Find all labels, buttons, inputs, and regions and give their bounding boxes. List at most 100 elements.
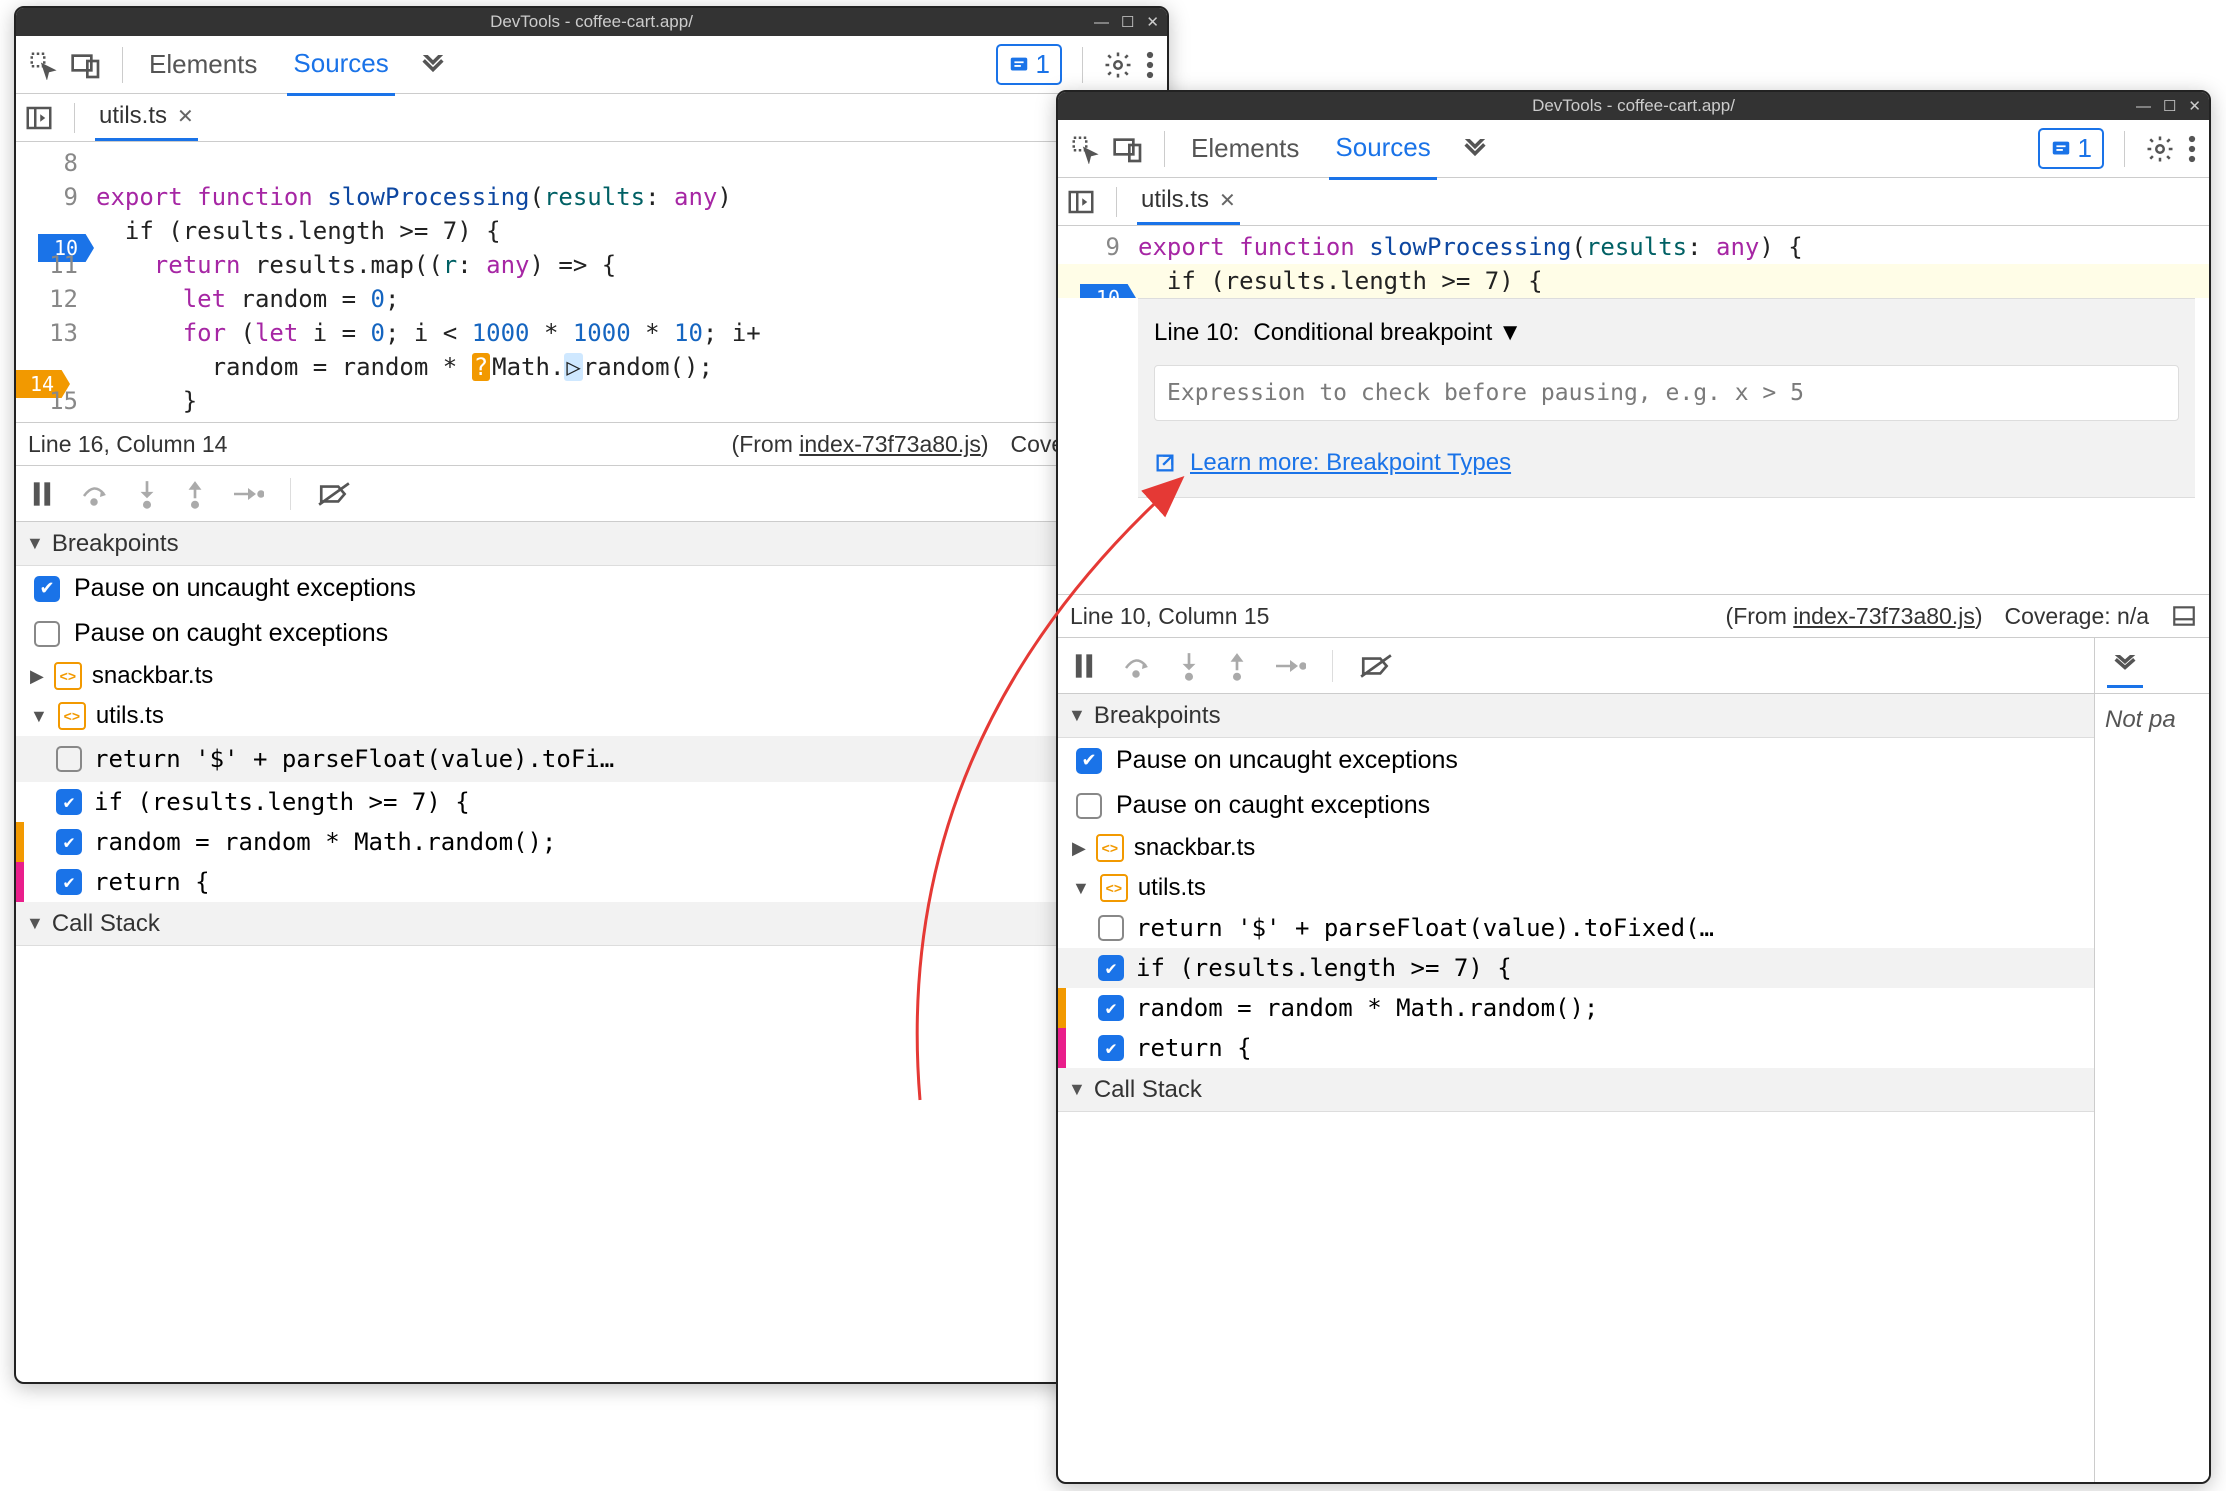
- deactivate-breakpoints-icon[interactable]: [1359, 653, 1393, 679]
- breakpoint-type-dropdown[interactable]: Conditional breakpoint ▼: [1253, 319, 1522, 347]
- step-icon[interactable]: [232, 483, 264, 505]
- code-editor[interactable]: 8 9export function slowProcessing(result…: [16, 142, 1167, 422]
- source-link[interactable]: index-73f73a80.js: [1793, 603, 1975, 629]
- file-tab-utils[interactable]: utils.ts ✕: [1137, 178, 1240, 225]
- breakpoint-item[interactable]: ✔ random = random * Math.random(); 14: [16, 822, 1167, 862]
- chevron-down-icon: ▼: [30, 706, 48, 727]
- step-out-icon[interactable]: [1226, 651, 1248, 681]
- breakpoint-file-snackbar[interactable]: ▶ <> snackbar.ts: [1058, 828, 2209, 868]
- pause-caught-option[interactable]: Pause on caught exceptions: [16, 611, 1167, 656]
- show-navigator-icon[interactable]: [24, 103, 54, 133]
- file-tabbar: utils.ts ✕: [1058, 178, 2209, 226]
- breakpoint-editor-popup: Line 10: Conditional breakpoint ▼ Expres…: [1138, 298, 2195, 498]
- inspect-icon[interactable]: [28, 50, 58, 80]
- code-editor[interactable]: 9export function slowProcessing(results:…: [1058, 226, 2209, 594]
- breakpoint-item[interactable]: ✔ if (results.length >= 7) { ✕ 10: [1058, 948, 2209, 988]
- checkbox-checked[interactable]: ✔: [56, 829, 82, 855]
- deactivate-breakpoints-icon[interactable]: [317, 481, 351, 507]
- close-icon[interactable]: ✕: [2188, 99, 2201, 114]
- breakpoint-item[interactable]: ✔ return { 16: [1058, 1028, 2209, 1068]
- chevron-down-icon: ▼: [1068, 1079, 1086, 1100]
- show-drawer-icon[interactable]: [2171, 604, 2197, 628]
- checkbox-unchecked[interactable]: [56, 746, 82, 772]
- breakpoints-section-header[interactable]: ▼ Breakpoints: [1058, 694, 2209, 738]
- close-tab-icon[interactable]: ✕: [177, 104, 194, 129]
- show-navigator-icon[interactable]: [1066, 187, 1096, 217]
- minimize-icon[interactable]: —: [1094, 15, 1109, 30]
- step-over-icon[interactable]: [1122, 653, 1152, 679]
- minimize-icon[interactable]: —: [2136, 99, 2151, 114]
- step-into-icon[interactable]: [1178, 651, 1200, 681]
- breakpoint-file-utils[interactable]: ▼ <> utils.ts: [16, 696, 1167, 736]
- source-link[interactable]: index-73f73a80.js: [799, 431, 981, 457]
- chevron-down-icon: ▼: [26, 913, 44, 934]
- checkbox-unchecked[interactable]: [34, 621, 60, 647]
- file-tab-utils[interactable]: utils.ts ✕: [95, 94, 198, 141]
- device-icon[interactable]: [70, 50, 102, 80]
- checkbox-checked[interactable]: ✔: [56, 789, 82, 815]
- pause-caught-option[interactable]: Pause on caught exceptions: [1058, 783, 2209, 828]
- checkbox-checked[interactable]: ✔: [1098, 1035, 1124, 1061]
- tab-elements[interactable]: Elements: [143, 35, 263, 94]
- issues-count: 1: [2078, 133, 2092, 164]
- pause-uncaught-option[interactable]: ✔ Pause on uncaught exceptions: [1058, 738, 2209, 783]
- checkbox-unchecked[interactable]: [1076, 793, 1102, 819]
- pause-icon[interactable]: [1072, 652, 1096, 680]
- tab-sources[interactable]: Sources: [1329, 118, 1436, 180]
- file-tab-label: utils.ts: [99, 102, 167, 130]
- step-icon[interactable]: [1274, 655, 1306, 677]
- step-out-icon[interactable]: [184, 479, 206, 509]
- pause-uncaught-option[interactable]: ✔ Pause on uncaught exceptions: [16, 566, 1167, 611]
- callstack-section-header[interactable]: ▼ Call Stack: [1058, 1068, 2209, 1112]
- maximize-icon[interactable]: ☐: [2163, 99, 2176, 114]
- kebab-icon[interactable]: [1145, 50, 1155, 80]
- close-icon[interactable]: ✕: [1146, 15, 1159, 30]
- close-tab-icon[interactable]: ✕: [1219, 188, 1236, 213]
- kebab-icon[interactable]: [2187, 134, 2197, 164]
- learn-more-link[interactable]: Learn more: Breakpoint Types: [1190, 449, 1511, 477]
- breakpoint-item[interactable]: return '$' + parseFloat(value).toFixed(……: [1058, 908, 2209, 948]
- inspect-icon[interactable]: [1070, 134, 1100, 164]
- checkbox-checked[interactable]: ✔: [34, 576, 60, 602]
- chevron-down-icon: ▼: [1068, 705, 1086, 726]
- line-label: Line 10:: [1154, 319, 1239, 347]
- checkbox-checked[interactable]: ✔: [1098, 995, 1124, 1021]
- more-tabs-icon[interactable]: [419, 55, 447, 75]
- more-tabs-icon[interactable]: [1461, 139, 1489, 159]
- window-title: DevTools - coffee-cart.app/: [490, 12, 693, 32]
- breakpoint-item[interactable]: return '$' + parseFloat(value).toFi… ✕ 2: [16, 736, 1167, 782]
- step-over-icon[interactable]: [80, 481, 110, 507]
- device-icon[interactable]: [1112, 134, 1144, 164]
- breakpoint-item[interactable]: ✔ random = random * Math.random(); 14: [1058, 988, 2209, 1028]
- cursor-position: Line 10, Column 15: [1070, 603, 1269, 630]
- breakpoint-item[interactable]: ✔ return { 16: [16, 862, 1167, 902]
- typescript-icon: <>: [1096, 834, 1124, 862]
- checkbox-checked[interactable]: ✔: [56, 869, 82, 895]
- tab-elements[interactable]: Elements: [1185, 119, 1305, 178]
- devtools-toolbar: Elements Sources 1: [1058, 120, 2209, 178]
- maximize-icon[interactable]: ☐: [1121, 15, 1134, 30]
- not-paused-label: Not pa: [2095, 694, 2209, 734]
- watch-pane: Not pa: [2094, 638, 2209, 1482]
- checkbox-checked[interactable]: ✔: [1098, 955, 1124, 981]
- callstack-section-header[interactable]: ▼ Call Stack: [16, 902, 1167, 946]
- checkbox-checked[interactable]: ✔: [1076, 748, 1102, 774]
- condition-input[interactable]: Expression to check before pausing, e.g.…: [1167, 380, 1804, 406]
- chevron-down-icon: ▼: [26, 533, 44, 554]
- breakpoints-section-header[interactable]: ▼ Breakpoints: [16, 522, 1167, 566]
- tab-sources[interactable]: Sources: [287, 34, 394, 96]
- issues-count: 1: [1036, 49, 1050, 80]
- cursor-position: Line 16, Column 14: [28, 431, 227, 458]
- breakpoint-file-snackbar[interactable]: ▶ <> snackbar.ts: [16, 656, 1167, 696]
- open-external-icon: [1154, 452, 1176, 474]
- more-tabs-icon[interactable]: [2107, 643, 2143, 688]
- breakpoint-file-utils[interactable]: ▼ <> utils.ts: [1058, 868, 2209, 908]
- gear-icon[interactable]: [2145, 134, 2175, 164]
- issues-badge[interactable]: 1: [2038, 128, 2104, 169]
- gear-icon[interactable]: [1103, 50, 1133, 80]
- pause-icon[interactable]: [30, 480, 54, 508]
- checkbox-unchecked[interactable]: [1098, 915, 1124, 941]
- breakpoint-item[interactable]: ✔ if (results.length >= 7) { 10: [16, 782, 1167, 822]
- issues-badge[interactable]: 1: [996, 44, 1062, 85]
- step-into-icon[interactable]: [136, 479, 158, 509]
